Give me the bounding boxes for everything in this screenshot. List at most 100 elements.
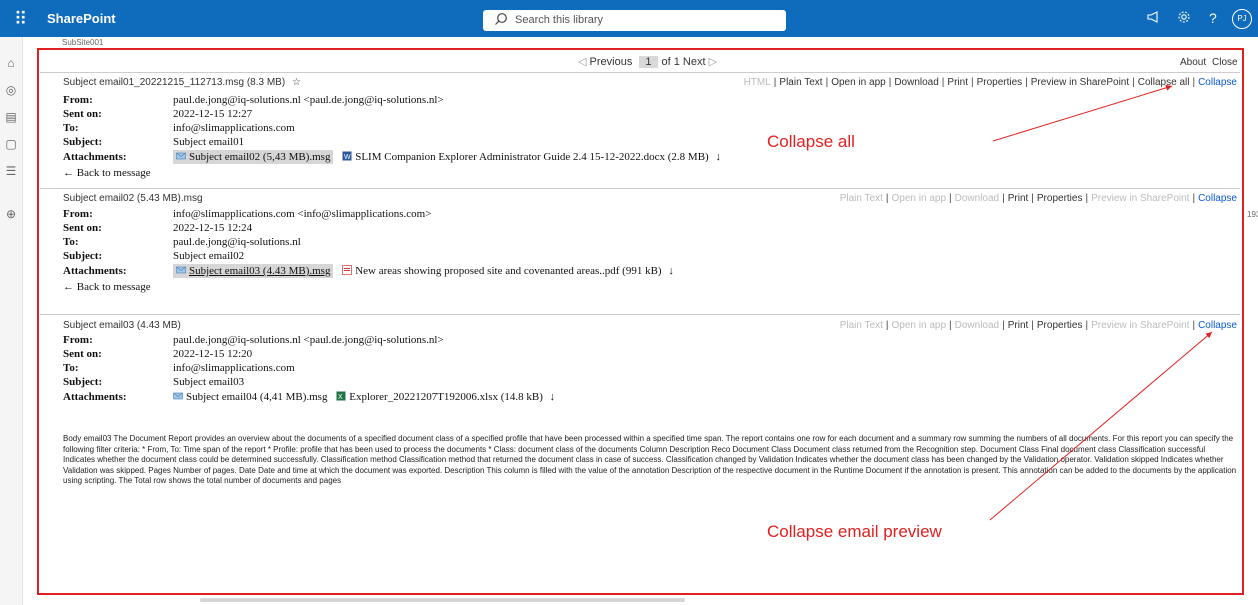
attachment-pdf-name: New areas showing proposed site and cove… xyxy=(355,265,662,277)
left-rail: ⌂ ◎ ▤ ▢ ☰ ⊕ xyxy=(0,37,23,605)
download-link[interactable]: Download xyxy=(894,77,938,88)
side-number: 193 xyxy=(1247,210,1258,219)
download-arrow-icon[interactable]: ↓ xyxy=(668,265,674,277)
avatar[interactable]: PJ xyxy=(1232,9,1252,29)
subject-value: Subject email02 xyxy=(173,250,245,262)
email-actions: Plain Text | Open in app | Download | Print | Pr… xyxy=(839,320,1237,331)
search-placeholder: Search this library xyxy=(515,14,604,26)
subject-value: Subject email03 xyxy=(173,376,245,388)
email-title: Subject email01_20221215_112713.msg (8.3… xyxy=(63,77,301,88)
plain-text-link[interactable]: Plain Text xyxy=(840,320,883,331)
attachments: Subject email04 (4,41 MB).msg X Explorer_… xyxy=(173,391,555,403)
previous-link[interactable]: Previous xyxy=(590,56,633,68)
download-arrow-icon[interactable]: ↓ xyxy=(715,151,721,163)
open-in-app-link[interactable]: Open in app xyxy=(831,77,886,88)
sent-on-value: 2022-12-15 12:27 xyxy=(173,108,253,120)
divider xyxy=(40,314,1240,315)
file-icon[interactable]: ▢ xyxy=(4,137,18,151)
annotation-collapse-preview: Collapse email preview xyxy=(767,522,942,541)
news-icon[interactable]: ▤ xyxy=(4,110,18,124)
app-name[interactable]: SharePoint xyxy=(47,11,116,26)
html-link[interactable]: HTML xyxy=(744,77,771,88)
sent-on-label: Sent on: xyxy=(63,348,102,360)
excel-icon: X xyxy=(336,391,346,401)
attachment-msg[interactable]: Subject email02 (5,43 MB).msg xyxy=(173,150,334,164)
next-link[interactable]: Next xyxy=(683,56,706,68)
email-body: Body email03 The Document Report provide… xyxy=(63,434,1237,485)
close-link[interactable]: Close xyxy=(1212,57,1238,68)
breadcrumb[interactable]: SubSite001 xyxy=(62,38,103,47)
word-doc-icon: W xyxy=(342,151,352,161)
subject-label: Subject: xyxy=(63,250,103,262)
subject-label: Subject: xyxy=(63,136,103,148)
collapse-link[interactable]: Collapse xyxy=(1198,77,1237,88)
attachments: Subject email02 (5,43 MB).msg W SLIM Comp… xyxy=(173,150,721,164)
email-actions: HTML | Plain Text | Open in app | Download | Pri… xyxy=(743,77,1237,88)
download-arrow-icon[interactable]: ↓ xyxy=(550,391,556,403)
envelope-icon xyxy=(173,392,183,400)
about-link[interactable]: About xyxy=(1180,57,1206,68)
open-in-app-link[interactable]: Open in app xyxy=(892,320,947,331)
print-link[interactable]: Print xyxy=(1008,193,1029,204)
attachment-msg-name: Subject email04 (4,41 MB).msg xyxy=(186,391,328,403)
attachment-pdf[interactable]: New areas showing proposed site and cove… xyxy=(342,265,662,277)
from-label: From: xyxy=(63,94,93,106)
add-icon[interactable]: ⊕ xyxy=(4,207,18,221)
from-value: paul.de.jong@iq-solutions.nl <paul.de.jo… xyxy=(173,334,444,346)
print-link[interactable]: Print xyxy=(1008,320,1029,331)
collapse-all-link[interactable]: Collapse all xyxy=(1138,77,1190,88)
to-value: paul.de.jong@iq-solutions.nl xyxy=(173,236,301,248)
back-to-message-link[interactable]: ← Back to message xyxy=(63,167,151,179)
properties-link[interactable]: Properties xyxy=(1037,320,1083,331)
email-title: Subject email02 (5.43 MB).msg xyxy=(63,193,203,204)
attachments-label: Attachments: xyxy=(63,265,127,277)
to-label: To: xyxy=(63,236,79,248)
pdf-icon xyxy=(342,265,353,275)
globe-icon[interactable]: ◎ xyxy=(4,83,18,97)
divider xyxy=(40,188,1240,189)
svg-text:W: W xyxy=(344,154,351,161)
collapse-link[interactable]: Collapse xyxy=(1198,320,1237,331)
settings-gear-icon[interactable] xyxy=(1177,10,1191,27)
subject-value: Subject email01 xyxy=(173,136,245,148)
email-title-text: Subject email01_20221215_112713.msg (8.3… xyxy=(63,77,286,88)
properties-link[interactable]: Properties xyxy=(1037,193,1083,204)
preview-link[interactable]: Preview in SharePoint xyxy=(1091,193,1189,204)
email-title: Subject email03 (4.43 MB) xyxy=(63,320,181,331)
app-launcher-icon[interactable]: ⠿ xyxy=(14,9,34,29)
preview-link[interactable]: Preview in SharePoint xyxy=(1031,77,1129,88)
plain-text-link[interactable]: Plain Text xyxy=(779,77,822,88)
open-in-app-link[interactable]: Open in app xyxy=(892,193,947,204)
sent-on-value: 2022-12-15 12:20 xyxy=(173,348,253,360)
home-icon[interactable]: ⌂ xyxy=(4,56,18,70)
lists-icon[interactable]: ☰ xyxy=(4,164,18,178)
top-bar: ⠿ SharePoint Search this library ? PJ xyxy=(0,0,1258,37)
search-box[interactable]: Search this library xyxy=(483,10,786,31)
preview-link[interactable]: Preview in SharePoint xyxy=(1091,320,1189,331)
megaphone-icon[interactable] xyxy=(1146,10,1160,27)
star-icon[interactable]: ☆ xyxy=(292,77,301,88)
to-value: info@slimapplications.com xyxy=(173,122,295,134)
attachment-msg-name: Subject email03 (4.43 MB).msg xyxy=(189,265,331,277)
plain-text-link[interactable]: Plain Text xyxy=(840,193,883,204)
attachment-msg[interactable]: Subject email04 (4,41 MB).msg xyxy=(173,391,327,403)
attachment-xlsx-name: Explorer_20221207T192006.xlsx (14.8 kB) xyxy=(349,391,543,403)
collapse-link[interactable]: Collapse xyxy=(1198,193,1237,204)
back-to-message-link[interactable]: ← Back to message xyxy=(63,281,151,293)
sent-on-label: Sent on: xyxy=(63,108,102,120)
attachments: Subject email03 (4.43 MB).msg New areas … xyxy=(173,264,674,278)
attachment-msg[interactable]: Subject email03 (4.43 MB).msg xyxy=(173,264,334,278)
envelope-icon xyxy=(176,266,186,274)
help-icon[interactable]: ? xyxy=(1209,10,1217,26)
download-link[interactable]: Download xyxy=(955,320,999,331)
horizontal-scrollbar[interactable] xyxy=(200,598,685,602)
properties-link[interactable]: Properties xyxy=(977,77,1023,88)
svg-text:X: X xyxy=(338,394,343,401)
attachment-docx[interactable]: W SLIM Companion Explorer Administrator G… xyxy=(342,151,709,163)
email-actions: Plain Text | Open in app | Download | Print | Pr… xyxy=(839,193,1237,204)
download-link[interactable]: Download xyxy=(955,193,999,204)
print-link[interactable]: Print xyxy=(947,77,968,88)
envelope-icon xyxy=(176,152,186,160)
attachment-xlsx[interactable]: X Explorer_20221207T192006.xlsx (14.8 kB) xyxy=(336,391,543,403)
divider xyxy=(40,72,1240,73)
